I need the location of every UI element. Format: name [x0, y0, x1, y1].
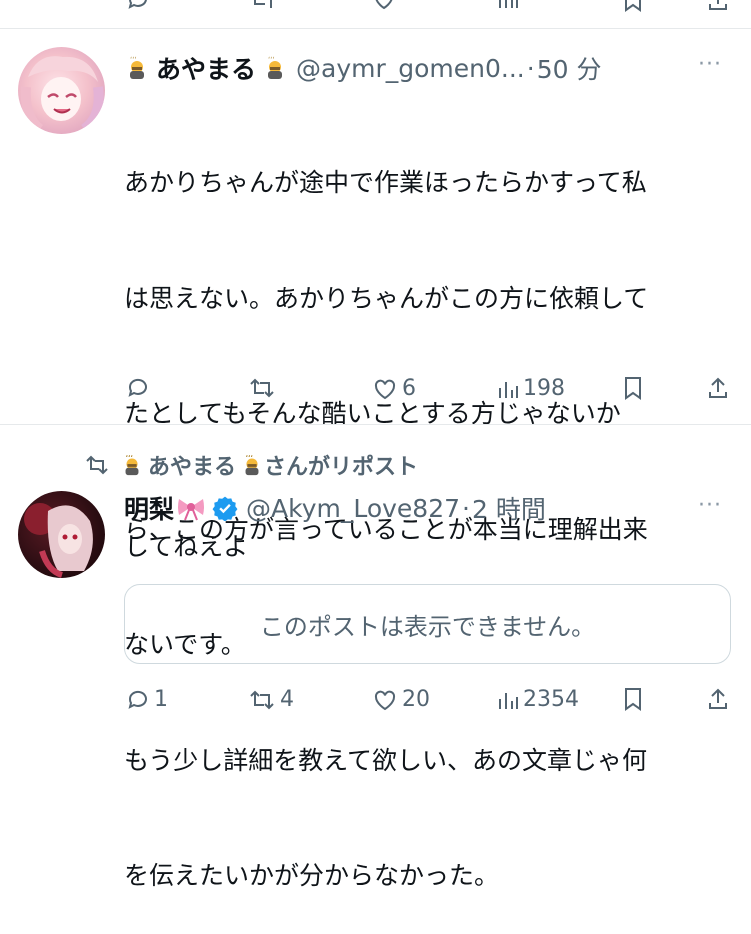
repost-count: 4 — [280, 687, 294, 712]
ribbon-bow-emoji-icon — [176, 495, 206, 521]
repost-icon[interactable] — [250, 0, 276, 12]
views-icon — [499, 692, 518, 709]
post-header: 明梨 @Akym_Love827 · 2 時間 — [124, 490, 546, 526]
post-body-line: あかりちゃんが途中で作業ほったらかすって私 — [124, 168, 647, 197]
repost-icon — [250, 378, 274, 398]
bowing-person-emoji-icon: ʻʻʻ — [120, 453, 144, 477]
divider — [0, 424, 751, 425]
divider — [0, 28, 751, 29]
repost-icon — [250, 690, 274, 709]
repost-user-name: あやまる — [148, 455, 237, 480]
post-timestamp[interactable]: 50 分 — [537, 50, 602, 86]
more-options-icon[interactable]: ··· — [698, 52, 722, 77]
like-count: 20 — [402, 687, 430, 712]
display-name[interactable]: 明梨 — [124, 490, 174, 526]
like-count: 6 — [402, 376, 416, 401]
post-header: ʻʻʻ あやまる ʻʻʻ @aymr_gomen0... · 50 分 — [124, 50, 601, 86]
bowing-person-emoji-icon: ʻʻʻ — [124, 55, 150, 81]
views-icon[interactable] — [497, 0, 519, 12]
reply-button[interactable] — [126, 376, 150, 400]
avatar-illustration — [24, 503, 93, 578]
avatar[interactable] — [18, 491, 105, 578]
repost-button[interactable] — [248, 376, 276, 400]
reply-count: 1 — [154, 687, 168, 712]
views-button[interactable]: 198 — [497, 376, 565, 401]
repost-icon — [86, 455, 108, 475]
like-button[interactable]: 20 — [372, 687, 430, 712]
separator-dot: · — [462, 493, 470, 523]
like-icon — [374, 379, 396, 399]
separator-dot: · — [526, 53, 535, 83]
post-body-line: は思えない。あかりちゃんがこの方に依頼して — [124, 283, 649, 313]
reply-icon — [128, 378, 147, 397]
avatar-illustration — [20, 56, 104, 134]
bookmark-icon — [625, 377, 641, 400]
views-count: 2354 — [523, 687, 579, 712]
post-body: してねえよ — [124, 532, 249, 561]
share-button[interactable] — [706, 687, 730, 711]
views-count: 198 — [523, 376, 565, 401]
bookmark-icon[interactable] — [623, 0, 643, 12]
unavailable-quote-card[interactable]: このポストは表示できません。 — [124, 584, 731, 664]
user-handle[interactable]: @Akym_Love827 — [246, 494, 460, 523]
post-body-line: もう少し詳細を教えて欲しい、あの文章じゃ何 — [124, 745, 648, 775]
like-icon — [374, 690, 396, 710]
verified-badge-icon — [212, 495, 238, 522]
views-icon — [499, 381, 518, 398]
post-body-line: を伝えたいかが分からなかった。 — [124, 861, 500, 890]
previous-post-actions — [0, 0, 751, 14]
user-handle[interactable]: @aymr_gomen0... — [296, 54, 525, 83]
repost-indicator[interactable]: ʻʻʻ あやまる ʻʻʻ さんがリポスト — [84, 450, 418, 480]
bookmark-icon — [625, 688, 641, 711]
like-icon[interactable] — [372, 0, 396, 12]
bookmark-button[interactable] — [623, 687, 643, 711]
share-icon — [709, 377, 727, 398]
views-button[interactable]: 2354 — [497, 687, 579, 712]
share-icon[interactable] — [706, 0, 730, 12]
repost-button[interactable]: 4 — [248, 687, 294, 712]
display-name[interactable]: あやまる — [156, 50, 256, 86]
bookmark-button[interactable] — [623, 376, 643, 400]
repost-label: さんがリポスト — [264, 455, 419, 480]
share-button[interactable] — [706, 376, 730, 400]
reply-icon — [128, 690, 147, 709]
post-timestamp[interactable]: 2 時間 — [472, 490, 546, 526]
unavailable-quote-text: このポストは表示できません。 — [259, 612, 596, 641]
share-icon — [709, 688, 727, 709]
bowing-person-emoji-icon: ʻʻʻ — [262, 55, 288, 81]
reply-button[interactable]: 1 — [126, 687, 168, 712]
avatar[interactable] — [18, 47, 105, 134]
reply-icon[interactable] — [126, 0, 150, 12]
more-options-icon[interactable]: ··· — [698, 493, 722, 518]
bowing-person-emoji-icon: ʻʻʻ — [240, 453, 264, 477]
like-button[interactable]: 6 — [372, 376, 416, 401]
